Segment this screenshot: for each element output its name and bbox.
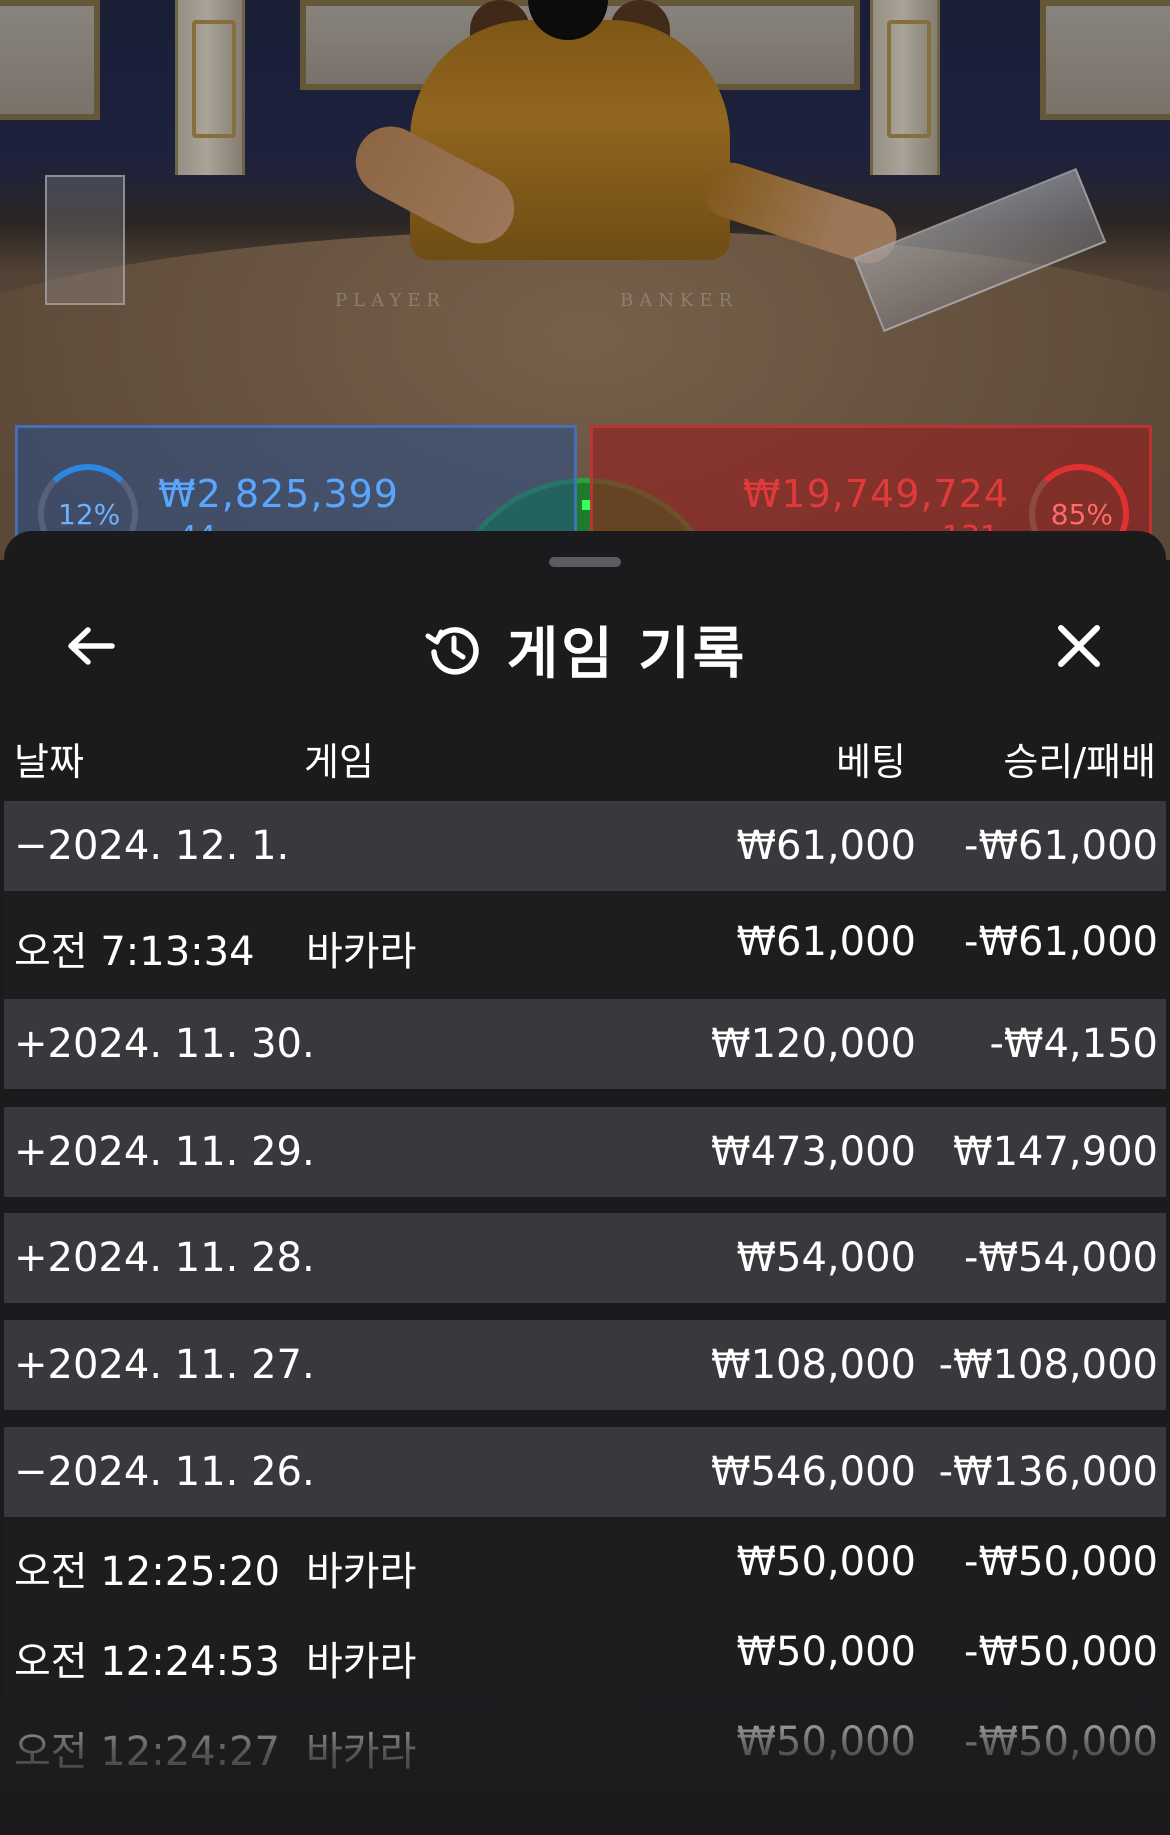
row-win-loss: -₩50,000	[964, 1629, 1158, 1675]
row-bet: ₩50,000	[736, 1629, 916, 1675]
row-bet: ₩50,000	[736, 1719, 916, 1765]
row-win-loss: -₩61,000	[964, 823, 1158, 869]
player-percent: 12%	[58, 498, 121, 531]
row-win-loss: -₩136,000	[938, 1449, 1158, 1495]
column-win-loss: 승리/패배	[1003, 740, 1156, 784]
sheet-header: 게임 기록	[4, 591, 1166, 701]
row-bet: ₩61,000	[736, 919, 916, 965]
row-win-loss: ₩147,900	[953, 1129, 1158, 1175]
row-game: 바카라	[306, 1639, 417, 1685]
game-row[interactable]: 오전 12:24:27 바카라 ₩50,000 -₩50,000	[4, 1697, 1166, 1787]
row-bet: ₩108,000	[711, 1342, 916, 1388]
row-game: 바카라	[306, 1729, 417, 1775]
row-bet: ₩473,000	[711, 1129, 916, 1175]
row-bet: ₩546,000	[711, 1449, 916, 1495]
row-date: +2024. 11. 29.	[14, 1129, 315, 1175]
row-time: 오전 12:24:27	[14, 1729, 280, 1775]
day-row[interactable]: +2024. 11. 28. ₩54,000 -₩54,000	[4, 1213, 1166, 1303]
close-button[interactable]	[1044, 611, 1114, 681]
column-bet: 베팅	[836, 740, 906, 784]
banker-percent: 85%	[1050, 498, 1113, 531]
sheet-title: 게임 기록	[506, 622, 748, 687]
banker-total-bet: ₩19,749,724	[742, 472, 1009, 516]
row-date: +2024. 11. 30.	[14, 1021, 315, 1067]
app-screen: PLAYER BANKER 12% ₩2,825,399 44 85% ₩19,…	[0, 0, 1170, 1835]
day-row[interactable]: +2024. 11. 30. ₩120,000 -₩4,150	[4, 999, 1166, 1089]
row-game: 바카라	[306, 929, 417, 975]
sheet-title-group: 게임 기록	[4, 609, 1166, 690]
row-date: −2024. 11. 26.	[14, 1449, 315, 1495]
row-date: −2024. 12. 1.	[14, 823, 290, 869]
day-row[interactable]: −2024. 12. 1. ₩61,000 -₩61,000	[4, 801, 1166, 891]
day-row[interactable]: −2024. 11. 26. ₩546,000 -₩136,000	[4, 1427, 1166, 1517]
column-date: 날짜	[14, 740, 84, 784]
player-total-bet: ₩2,825,399	[158, 472, 399, 516]
game-row[interactable]: 오전 12:25:20 바카라 ₩50,000 -₩50,000	[4, 1517, 1166, 1607]
row-time: 오전 12:25:20	[14, 1549, 280, 1595]
row-game: 바카라	[306, 1549, 417, 1595]
game-row[interactable]: 오전 12:24:53 바카라 ₩50,000 -₩50,000	[4, 1607, 1166, 1697]
row-win-loss: -₩108,000	[938, 1342, 1158, 1388]
row-win-loss: -₩61,000	[964, 919, 1158, 965]
row-win-loss: -₩4,150	[989, 1021, 1159, 1067]
row-win-loss: -₩54,000	[964, 1235, 1158, 1281]
row-bet: ₩54,000	[736, 1235, 916, 1281]
row-win-loss: -₩50,000	[964, 1719, 1158, 1765]
row-bet: ₩50,000	[736, 1539, 916, 1585]
row-date: +2024. 11. 27.	[14, 1342, 315, 1388]
row-win-loss: -₩50,000	[964, 1539, 1158, 1585]
game-history-sheet: 게임 기록 날짜 게임 베팅 승리/패배 −2024. 12. 1. ₩61,0…	[4, 531, 1166, 1835]
row-time: 오전 7:13:34	[14, 929, 255, 975]
row-bet: ₩120,000	[711, 1021, 916, 1067]
table-header: 날짜 게임 베팅 승리/패배	[4, 731, 1166, 791]
game-row[interactable]: 오전 7:13:34 바카라 ₩61,000 -₩61,000	[4, 891, 1166, 999]
sheet-drag-handle[interactable]	[549, 557, 621, 567]
history-icon	[425, 626, 479, 675]
row-bet: ₩61,000	[736, 823, 916, 869]
column-game: 게임	[304, 740, 374, 784]
row-time: 오전 12:24:53	[14, 1639, 280, 1685]
day-row[interactable]: +2024. 11. 27. ₩108,000 -₩108,000	[4, 1320, 1166, 1410]
close-icon	[1058, 625, 1100, 667]
row-date: +2024. 11. 28.	[14, 1235, 315, 1281]
day-row[interactable]: +2024. 11. 29. ₩473,000 ₩147,900	[4, 1107, 1166, 1197]
